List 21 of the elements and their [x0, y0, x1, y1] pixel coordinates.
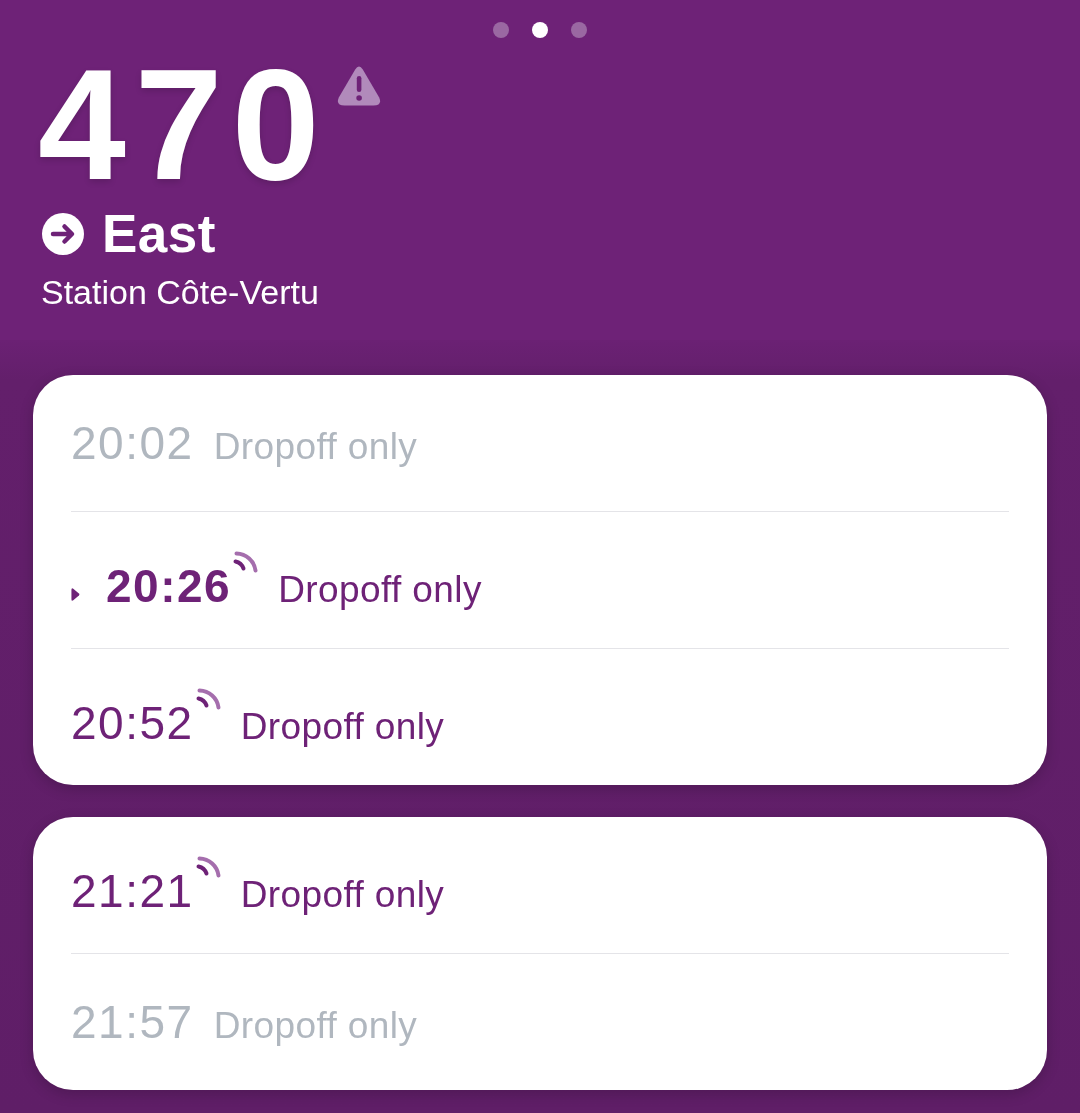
departure-time: 20:52 — [71, 700, 194, 746]
stop-name: Station Côte-Vertu — [41, 275, 320, 309]
direction-label: East — [102, 207, 216, 260]
page-dot[interactable] — [532, 22, 548, 38]
departure-time: 20:02 — [71, 420, 194, 466]
departure-time: 20:26 — [106, 563, 232, 609]
departure-note: Dropoff only — [213, 1007, 418, 1044]
departure-time: 21:21 — [71, 868, 194, 914]
departure-row[interactable]: 20:26 Dropoff only — [71, 511, 1009, 648]
page-dot[interactable] — [571, 22, 587, 38]
departure-note: Dropoff only — [240, 708, 445, 745]
caret-icon — [71, 587, 80, 602]
departure-time: 21:57 — [71, 999, 194, 1045]
departure-note: Dropoff only — [240, 876, 445, 913]
arrow-circle-icon — [42, 212, 84, 255]
page-dot[interactable] — [493, 22, 509, 38]
route-number: 470 — [38, 45, 329, 203]
departure-row[interactable]: 20:52 Dropoff only — [71, 648, 1009, 785]
departure-note: Dropoff only — [213, 428, 418, 465]
departure-row[interactable]: 21:21 Dropoff only — [71, 817, 1009, 953]
departure-note: Dropoff only — [278, 571, 482, 608]
